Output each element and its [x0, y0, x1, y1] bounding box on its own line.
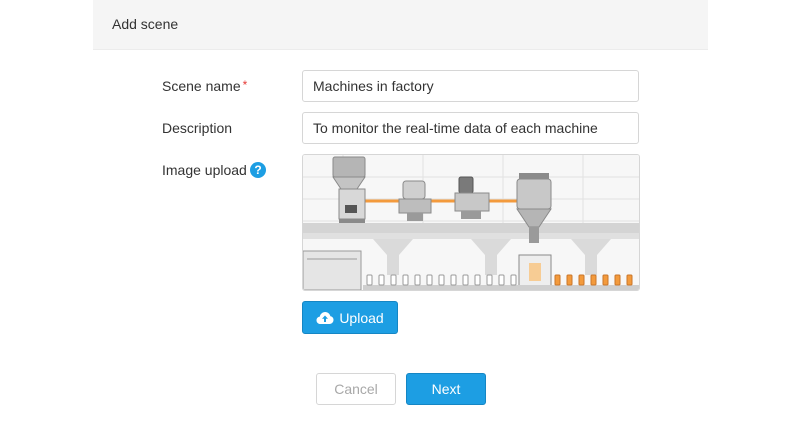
factory-illustration	[303, 155, 639, 290]
image-preview	[302, 154, 640, 291]
scene-name-label-text: Scene name	[162, 78, 241, 94]
upload-button[interactable]: Upload	[302, 301, 398, 334]
description-label: Description	[162, 120, 233, 136]
upload-button-label: Upload	[339, 309, 384, 326]
dialog-title: Add scene	[112, 16, 179, 32]
description-input[interactable]: To monitor the real-time data of each ma…	[302, 112, 639, 144]
scene-name-input[interactable]: Machines in factory	[302, 70, 639, 102]
image-upload-label: Image upload	[162, 162, 247, 178]
dialog-header: Add scene	[93, 0, 708, 50]
question-circle-icon[interactable]: ?	[250, 162, 266, 178]
next-button[interactable]: Next	[406, 373, 486, 405]
required-marker: *	[242, 78, 248, 92]
cancel-button[interactable]: Cancel	[316, 373, 396, 405]
cloud-upload-icon	[316, 311, 334, 324]
scene-name-label: Scene name *	[162, 78, 247, 94]
